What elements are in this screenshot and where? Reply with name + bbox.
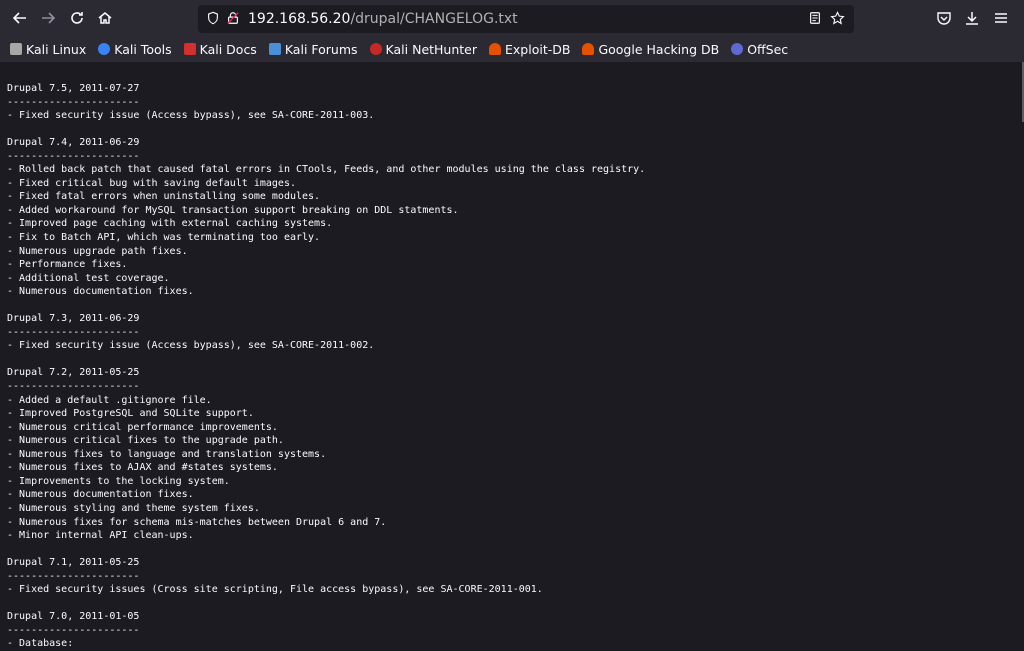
changelog-line: - Fixed fatal errors when uninstalling s…	[7, 191, 321, 203]
bookmark-label: Kali Linux	[26, 41, 87, 57]
changelog-line: - Numerous upgrade path fixes.	[7, 245, 188, 257]
hamburger-menu-icon	[995, 13, 1007, 23]
changelog-line: - Added workaround for MySQL transaction…	[7, 204, 459, 216]
changelog-line: - Minor internal API clean-ups.	[7, 530, 194, 542]
changelog-line: - Fixed security issue (Access bypass), …	[7, 340, 375, 352]
back-button[interactable]	[9, 7, 31, 29]
changelog-line	[7, 543, 1022, 557]
changelog-line: - Database:	[7, 638, 74, 650]
url-host: 192.168.56.20	[248, 11, 351, 27]
bookmark-label: Kali NetHunter	[385, 41, 478, 57]
kali-forums-icon	[268, 43, 281, 55]
changelog-line: - Numerous critical performance improvem…	[7, 421, 278, 433]
changelog-line: - Fix to Batch API, which was terminatin…	[7, 232, 321, 244]
bookmark-label: Kali Forums	[284, 41, 358, 57]
changelog-line: ----------------------	[7, 326, 140, 338]
browser-chrome: 192.168.56.20/drupal/CHANGELOG.txt Kali …	[0, 0, 1024, 62]
changelog-line: ----------------------	[7, 624, 140, 636]
changelog-line: - Improvements to the locking system.	[7, 475, 230, 487]
pocket-icon	[937, 12, 951, 25]
changelog-line: Drupal 7.4, 2011-06-29	[7, 137, 140, 149]
bookmark-label: Kali Tools	[114, 41, 172, 57]
home-icon	[98, 12, 112, 24]
changelog-line: - Rolled back patch that caused fatal er…	[7, 164, 646, 176]
bookmark-label: Kali Docs	[199, 41, 257, 57]
pocket-button[interactable]	[933, 7, 955, 29]
changelog-line: Drupal 7.3, 2011-06-29	[7, 313, 140, 325]
bookmark-exploit-db[interactable]: Exploit-DB	[489, 42, 570, 57]
changelog-line	[7, 353, 1022, 367]
home-button[interactable]	[94, 7, 116, 29]
bookmark-label: Google Hacking DB	[598, 41, 720, 57]
downloads-button[interactable]	[961, 7, 983, 29]
changelog-line: - Improved page caching with external ca…	[7, 218, 333, 230]
changelog-text: Drupal 7.5, 2011-07-27 ------------------…	[0, 62, 1022, 651]
changelog-line: ----------------------	[7, 570, 140, 582]
reload-button[interactable]	[66, 7, 88, 29]
changelog-line	[7, 299, 1022, 313]
changelog-line: Drupal 7.1, 2011-05-25	[7, 557, 140, 569]
menu-button[interactable]	[990, 7, 1012, 29]
offsec-icon	[731, 43, 744, 55]
changelog-line: - Numerous documentation fixes.	[7, 489, 194, 501]
bookmark-kali-forums[interactable]: Kali Forums	[268, 41, 358, 57]
changelog-line: - Fixed security issue (Access bypass), …	[7, 110, 375, 122]
url-path: /drupal/CHANGELOG.txt	[350, 11, 518, 27]
bookmark-kali-tools[interactable]: Kali Tools	[98, 41, 172, 57]
google-hacking-db-icon	[582, 43, 595, 55]
bookmark-kali-nethunter[interactable]: Kali NetHunter	[369, 41, 478, 57]
changelog-line: - Improved PostgreSQL and SQLite support…	[7, 408, 254, 420]
changelog-line: Drupal 7.2, 2011-05-25	[7, 367, 140, 379]
changelog-line: ----------------------	[7, 150, 140, 162]
changelog-line: - Numerous fixes to AJAX and #states sys…	[7, 462, 278, 474]
changelog-line: - Numerous styling and theme system fixe…	[7, 502, 260, 514]
exploit-db-icon	[489, 43, 502, 55]
bookmarks-toolbar: Kali Linux Kali Tools Kali Docs Kali For…	[0, 36, 1024, 62]
bookmark-offsec[interactable]: OffSec	[731, 42, 788, 57]
download-icon	[966, 12, 978, 25]
arrow-right-icon	[42, 12, 56, 24]
insecure-lock-icon[interactable]	[226, 11, 240, 25]
changelog-line: - Added a default .gitignore file.	[7, 394, 212, 406]
changelog-line: - Additional test coverage.	[7, 272, 170, 284]
changelog-line: - Fixed security issues (Cross site scri…	[7, 584, 543, 596]
arrow-left-icon	[12, 12, 26, 24]
kali-nethunter-icon	[369, 43, 382, 55]
bookmark-label: Exploit-DB	[505, 41, 571, 57]
changelog-line	[7, 123, 1022, 137]
url-text[interactable]: 192.168.56.20/drupal/CHANGELOG.txt	[248, 11, 518, 27]
url-bar[interactable]: 192.168.56.20/drupal/CHANGELOG.txt	[198, 5, 854, 33]
changelog-line: ----------------------	[7, 381, 140, 393]
changelog-line: - Numerous documentation fixes.	[7, 286, 194, 298]
browser-toolbar: 192.168.56.20/drupal/CHANGELOG.txt	[0, 0, 1024, 36]
changelog-line: - Fixed critical bug with saving default…	[7, 177, 296, 189]
shield-icon[interactable]	[206, 11, 220, 25]
changelog-line: - Numerous fixes for schema mis-matches …	[7, 516, 387, 528]
bookmark-star-icon[interactable]	[830, 11, 845, 26]
changelog-line: - Performance fixes.	[7, 259, 128, 271]
kali-docs-icon	[183, 43, 196, 55]
reader-view-icon[interactable]	[808, 11, 822, 25]
page-content: Drupal 7.5, 2011-07-27 ------------------…	[0, 62, 1022, 651]
bookmark-google-hacking-db[interactable]: Google Hacking DB	[582, 42, 719, 57]
reload-icon	[71, 12, 83, 24]
changelog-line: - Numerous critical fixes to the upgrade…	[7, 435, 284, 447]
changelog-line	[7, 597, 1022, 611]
kali-tools-icon	[98, 43, 111, 55]
changelog-line: - Numerous fixes to language and transla…	[7, 448, 327, 460]
changelog-line: Drupal 7.0, 2011-01-05	[7, 611, 140, 623]
bookmark-label: OffSec	[747, 41, 789, 57]
kali-linux-icon	[10, 43, 22, 55]
forward-button[interactable]	[37, 7, 59, 29]
bookmark-kali-docs[interactable]: Kali Docs	[183, 41, 257, 57]
changelog-line: Drupal 7.5, 2011-07-27	[7, 83, 140, 94]
changelog-line: ----------------------	[7, 96, 140, 108]
bookmark-kali-linux[interactable]: Kali Linux	[10, 42, 86, 57]
